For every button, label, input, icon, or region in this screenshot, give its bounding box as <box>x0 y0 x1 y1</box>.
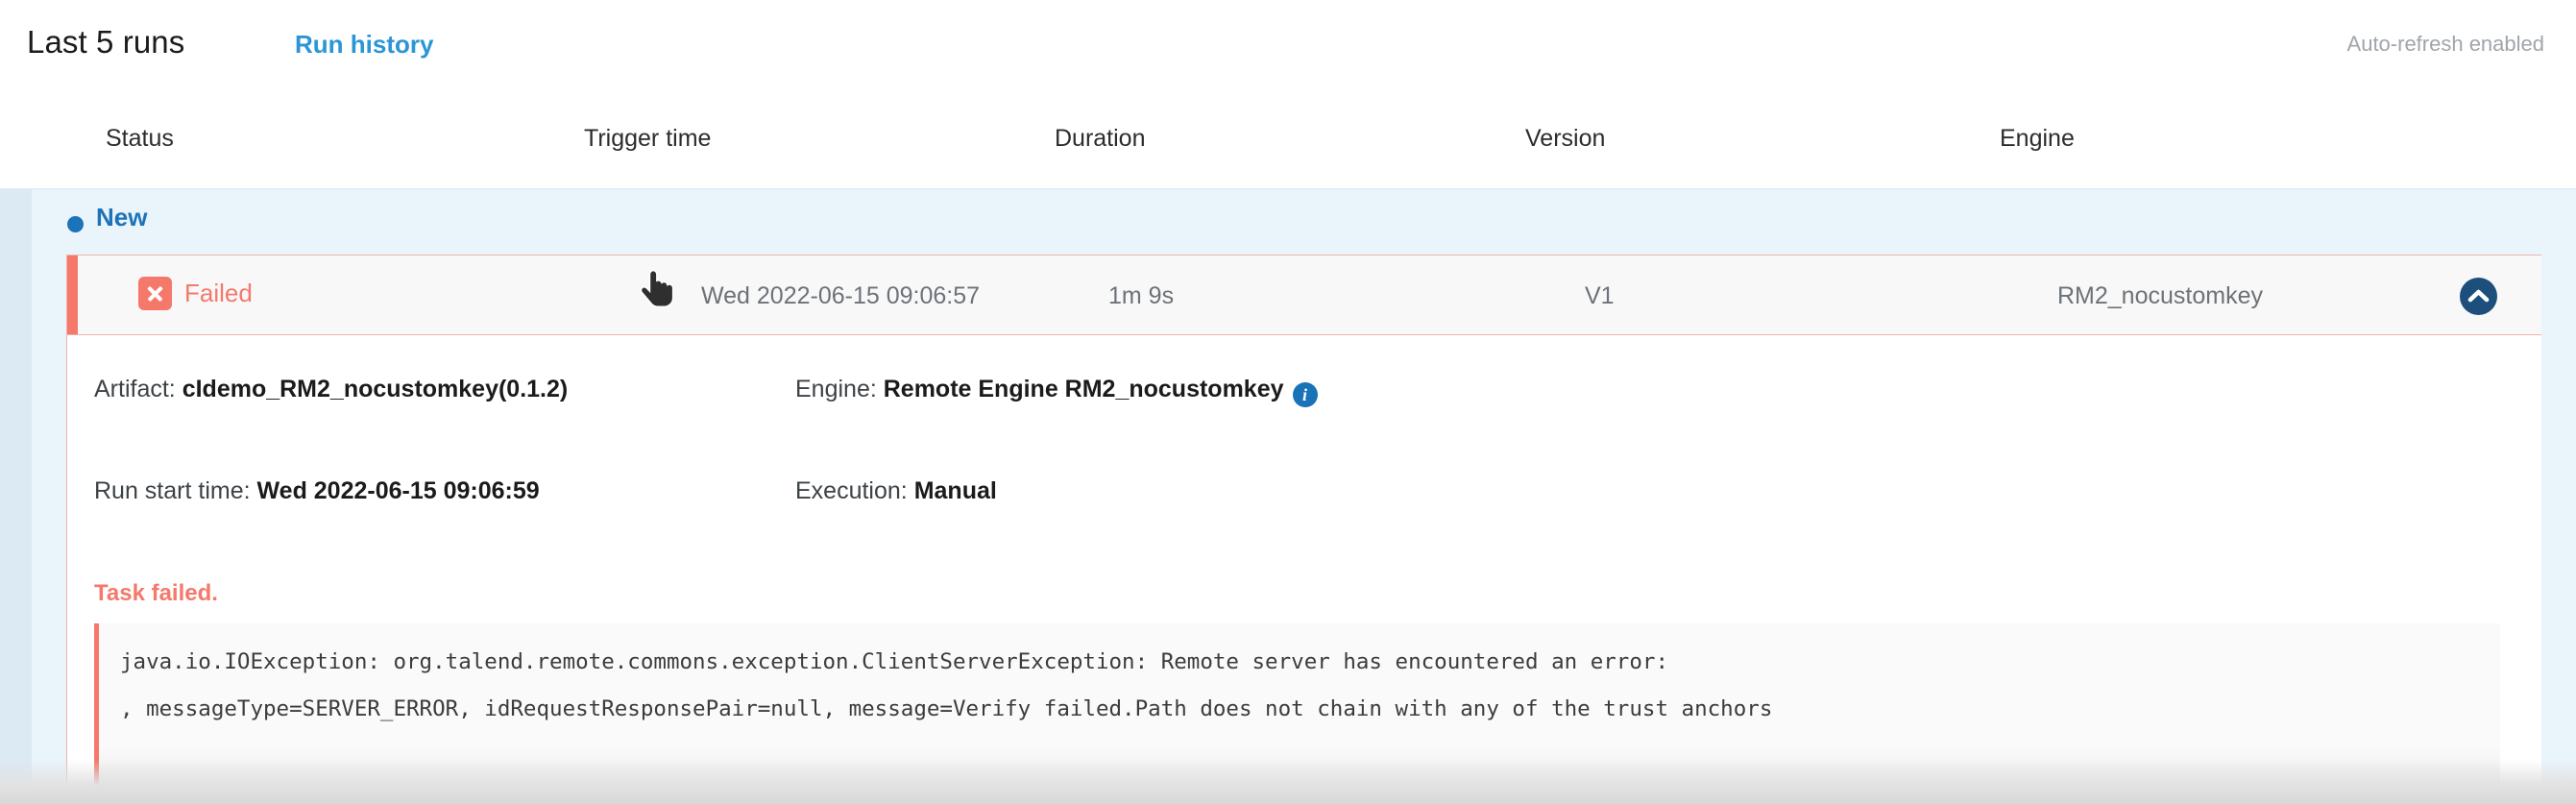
task-failed-message: Task failed. <box>94 580 218 606</box>
run-card: Failed Wed 2022-06-15 09:06:57 1m 9s V1 … <box>66 255 2541 804</box>
table-column-headers: Status Trigger time Duration Version Eng… <box>0 125 2576 187</box>
auto-refresh-status: Auto-refresh enabled <box>2346 32 2544 56</box>
error-log-block[interactable]: java.io.IOException: org.talend.remote.c… <box>94 623 2500 804</box>
left-rail <box>0 188 32 804</box>
hand-pointer-icon <box>640 269 674 311</box>
column-header-engine: Engine <box>2000 125 2075 152</box>
page-title: Last 5 runs <box>27 24 185 60</box>
column-header-duration: Duration <box>1055 125 1146 152</box>
detail-artifact-value: cIdemo_RM2_nocustomkey(0.1.2) <box>182 376 569 402</box>
status-badge: Failed <box>184 279 253 307</box>
column-header-version: Version <box>1525 125 1606 152</box>
chevron-up-icon[interactable] <box>2460 278 2497 315</box>
detail-artifact: Artifact: cIdemo_RM2_nocustomkey(0.1.2) <box>94 376 568 403</box>
detail-execution-value: Manual <box>913 477 997 504</box>
detail-execution: Execution: Manual <box>795 477 997 505</box>
row-status-cell: Failed <box>138 277 253 310</box>
page-header: Last 5 runs Run history Auto-refresh ena… <box>0 0 2576 91</box>
detail-artifact-label: Artifact: <box>94 376 176 402</box>
cell-engine: RM2_nocustomkey <box>2057 282 2263 309</box>
table-row[interactable]: Failed Wed 2022-06-15 09:06:57 1m 9s V1 … <box>67 256 2541 335</box>
detail-engine-label: Engine: <box>795 376 877 402</box>
status-dot-icon <box>67 216 84 232</box>
log-line: , messageType=SERVER_ERROR, idRequestRes… <box>120 696 1773 721</box>
run-history-page: Last 5 runs Run history Auto-refresh ena… <box>0 0 2576 804</box>
log-line: java.io.IOException: org.talend.remote.c… <box>120 649 1668 674</box>
cell-version: V1 <box>1585 282 1615 309</box>
detail-engine-value: Remote Engine RM2_nocustomkey <box>883 376 1284 402</box>
detail-run-start-time: Run start time: Wed 2022-06-15 09:06:59 <box>94 477 540 505</box>
column-header-trigger-time: Trigger time <box>584 125 712 152</box>
column-header-status: Status <box>106 125 174 152</box>
group-label: New <box>96 203 148 231</box>
detail-execution-label: Execution: <box>795 477 908 504</box>
detail-run-start-label: Run start time: <box>94 477 251 504</box>
info-icon[interactable]: i <box>1292 382 1318 407</box>
row-status-accent-bar <box>67 256 78 334</box>
detail-engine: Engine: Remote Engine RM2_nocustomkey i <box>795 376 1318 407</box>
run-history-link[interactable]: Run history <box>295 30 433 60</box>
group-header: New <box>32 189 2576 253</box>
cell-trigger-time: Wed 2022-06-15 09:06:57 <box>701 282 981 309</box>
cell-duration: 1m 9s <box>1108 282 1175 309</box>
detail-run-start-value: Wed 2022-06-15 09:06:59 <box>256 477 540 504</box>
x-square-icon <box>138 277 172 310</box>
run-group-new: New Failed Wed 2022-06-15 09:06:57 1m 9s <box>32 188 2576 804</box>
